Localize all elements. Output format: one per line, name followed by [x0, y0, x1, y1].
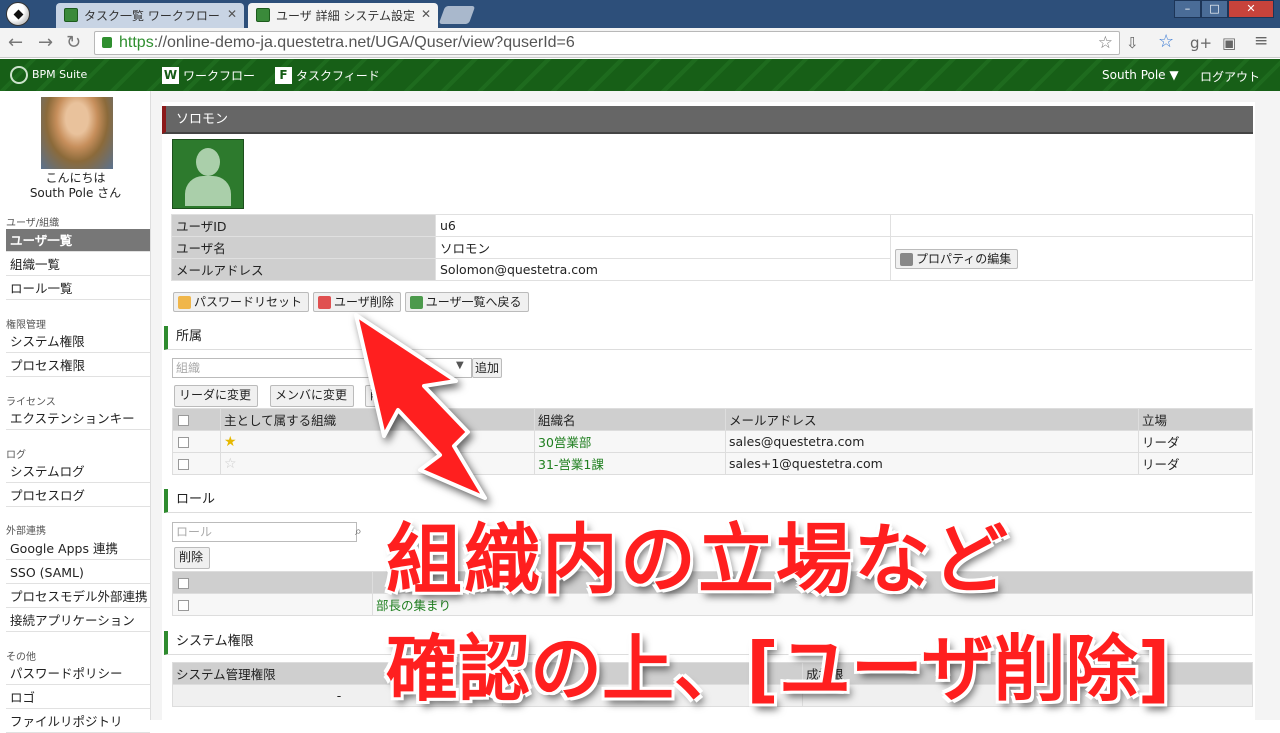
caption-line-2: 確認の上、[ユーザ削除] — [384, 625, 1172, 713]
caption-line-1: 組織内の立場など — [384, 513, 1010, 606]
